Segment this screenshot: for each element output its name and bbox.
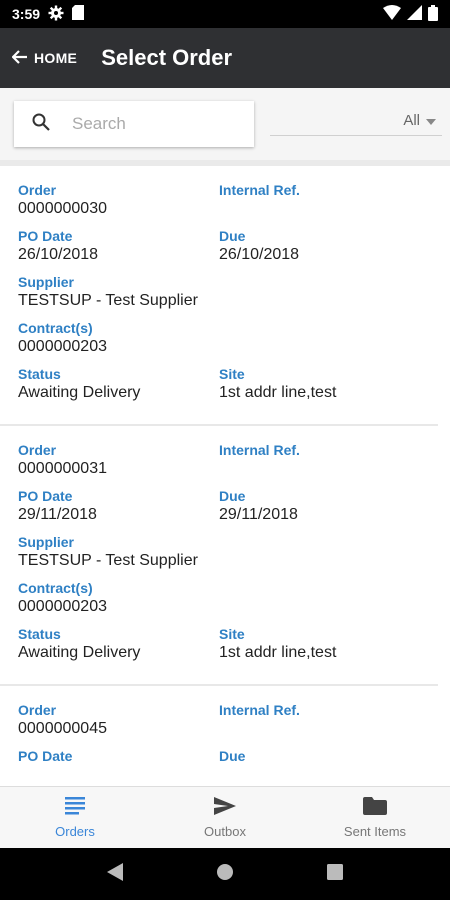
supplier-label: Supplier bbox=[18, 534, 75, 550]
search-input[interactable] bbox=[72, 114, 232, 134]
site-label: Site bbox=[219, 626, 245, 642]
page-title: Select Order bbox=[101, 45, 233, 70]
order-label: Order bbox=[18, 182, 57, 198]
po-date-label: PO Date bbox=[18, 488, 73, 504]
search-row: All bbox=[0, 88, 450, 160]
bottom-nav: Orders Outbox Sent Items bbox=[0, 786, 450, 848]
status-label: Status bbox=[18, 626, 61, 642]
dropdown-arrow-icon bbox=[426, 112, 436, 129]
supplier-value: TESTSUP - Test Supplier bbox=[18, 552, 198, 569]
due-label: Due bbox=[219, 748, 246, 764]
site-value: 1st addr line,test bbox=[219, 644, 337, 661]
home-back-button[interactable]: HOME bbox=[11, 49, 78, 67]
status-value: Awaiting Delivery bbox=[18, 644, 141, 661]
order-number: 0000000045 bbox=[18, 720, 107, 737]
po-date-value: 29/11/2018 bbox=[18, 506, 97, 523]
folder-icon bbox=[363, 796, 387, 818]
filter-dropdown[interactable]: All bbox=[270, 106, 442, 136]
internal-ref-label: Internal Ref. bbox=[219, 182, 300, 198]
internal-ref-label: Internal Ref. bbox=[219, 442, 300, 458]
internal-ref-label: Internal Ref. bbox=[219, 702, 300, 718]
status-bar: 3:59 bbox=[0, 0, 450, 28]
order-card[interactable]: Order 0000000031 Internal Ref. PO Date 29/… bbox=[0, 426, 438, 686]
arrow-left-icon bbox=[11, 49, 28, 67]
contracts-value: 0000000203 bbox=[18, 338, 107, 355]
supplier-label: Supplier bbox=[18, 274, 75, 290]
contracts-value: 0000000203 bbox=[18, 598, 107, 615]
battery-icon bbox=[428, 4, 438, 24]
status-label: Status bbox=[18, 366, 61, 382]
contracts-label: Contract(s) bbox=[18, 320, 93, 336]
due-label: Due bbox=[219, 488, 246, 504]
home-circle-icon[interactable] bbox=[216, 863, 234, 886]
list-icon bbox=[65, 796, 85, 818]
filter-value: All bbox=[403, 112, 420, 129]
po-date-label: PO Date bbox=[18, 228, 73, 244]
status-time: 3:59 bbox=[12, 6, 41, 22]
order-card[interactable]: Order 0000000045 Internal Ref. PO Date Du… bbox=[0, 686, 438, 786]
due-value: 26/10/2018 bbox=[219, 246, 300, 263]
po-date-value: 26/10/2018 bbox=[18, 246, 99, 263]
order-list[interactable]: Order 0000000030 Internal Ref. PO Date 26/… bbox=[0, 166, 450, 786]
settings-icon bbox=[48, 5, 64, 24]
send-icon bbox=[214, 796, 236, 818]
order-card[interactable]: Order 0000000030 Internal Ref. PO Date 26/… bbox=[0, 166, 438, 426]
nav-tab-outbox[interactable]: Outbox bbox=[150, 787, 300, 848]
nav-tab-label: Outbox bbox=[204, 823, 246, 839]
nav-tab-label: Sent Items bbox=[343, 823, 407, 839]
site-value: 1st addr line,test bbox=[219, 384, 337, 401]
signal-icon bbox=[407, 5, 422, 23]
app-bar: HOME Select Order bbox=[0, 28, 450, 88]
order-label: Order bbox=[18, 702, 57, 718]
system-nav-bar bbox=[0, 848, 450, 900]
search-box[interactable] bbox=[14, 101, 254, 147]
contracts-label: Contract(s) bbox=[18, 580, 93, 596]
status-value: Awaiting Delivery bbox=[18, 384, 141, 401]
home-back-label: HOME bbox=[34, 50, 78, 66]
site-label: Site bbox=[219, 366, 245, 382]
sd-card-icon bbox=[72, 5, 85, 23]
due-label: Due bbox=[219, 228, 246, 244]
recents-square-icon[interactable] bbox=[327, 863, 344, 885]
nav-tab-orders[interactable]: Orders bbox=[0, 787, 150, 848]
order-label: Order bbox=[18, 442, 57, 458]
search-icon bbox=[32, 113, 50, 136]
supplier-value: TESTSUP - Test Supplier bbox=[18, 292, 198, 309]
wifi-icon bbox=[383, 5, 401, 23]
nav-tab-label: Orders bbox=[55, 823, 95, 839]
back-triangle-icon[interactable] bbox=[106, 862, 123, 886]
po-date-label: PO Date bbox=[18, 748, 73, 764]
order-number: 0000000031 bbox=[18, 460, 107, 477]
nav-tab-sent-items[interactable]: Sent Items bbox=[300, 787, 450, 848]
due-value: 29/11/2018 bbox=[219, 506, 298, 523]
order-number: 0000000030 bbox=[18, 200, 107, 217]
